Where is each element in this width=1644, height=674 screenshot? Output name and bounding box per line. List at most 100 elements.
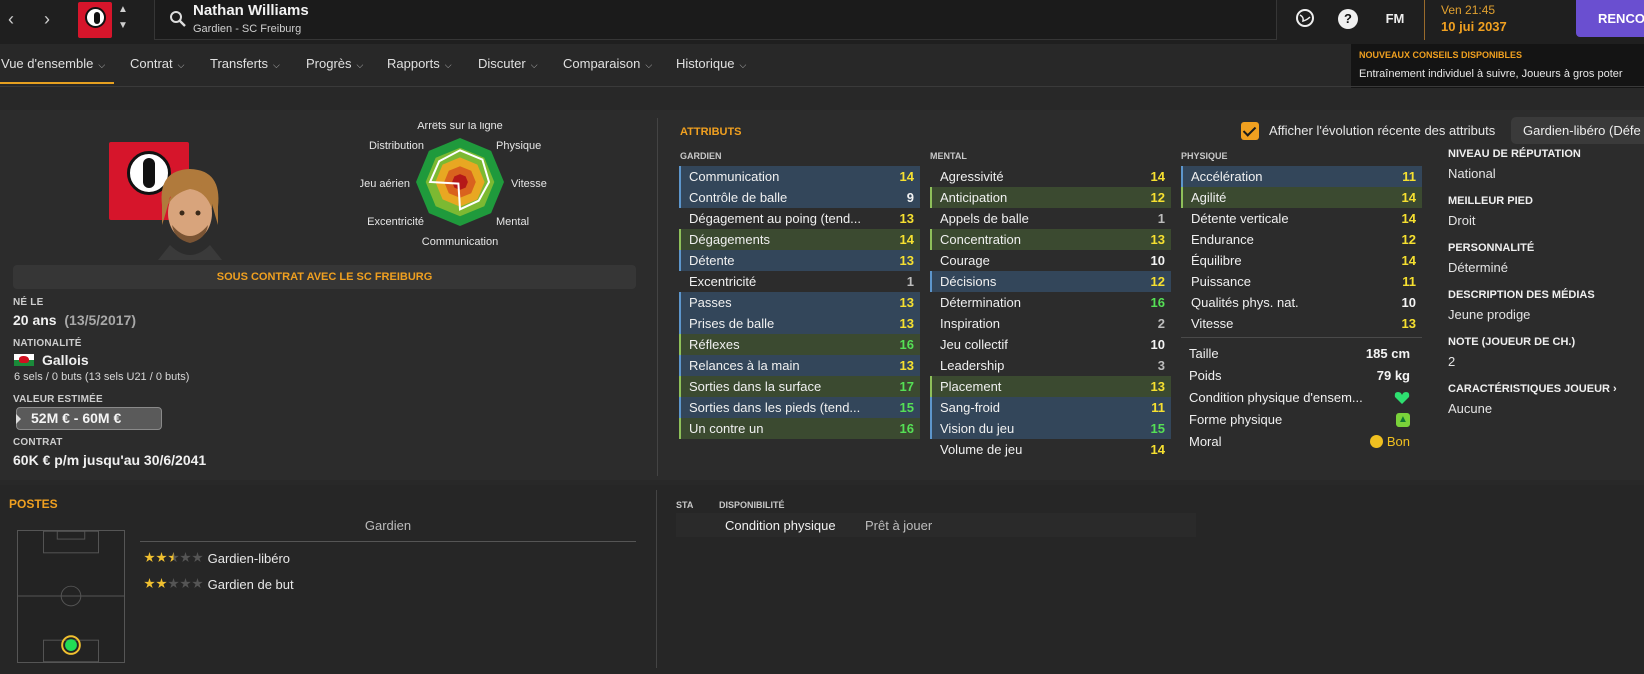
attribute-row[interactable]: Accélération 11 <box>1181 166 1422 187</box>
attribute-row[interactable]: Sorties dans les pieds (tend... 15 <box>679 397 920 418</box>
traits-link[interactable]: CARACTÉRISTIQUES JOUEUR › <box>1448 383 1644 395</box>
attribute-row[interactable]: Passes 13 <box>679 292 920 313</box>
attribute-row[interactable]: Puissance 11 <box>1181 271 1422 292</box>
condition-row: Condition physique d'ensem... <box>1181 387 1422 409</box>
attribute-name: Qualités phys. nat. <box>1191 295 1299 310</box>
down-arrow-icon[interactable]: ▼ <box>118 20 128 31</box>
attribute-value: 14 <box>1401 211 1416 226</box>
attribute-row[interactable]: Anticipation 12 <box>930 187 1171 208</box>
player-portrait <box>158 169 222 260</box>
attribute-value: 14 <box>899 169 914 184</box>
foot-label: MEILLEUR PIED <box>1448 195 1533 207</box>
morale-value: Bon <box>1386 434 1410 449</box>
tab-contract[interactable]: Contrat ⌵ <box>130 56 184 71</box>
back-arrow-icon[interactable]: ‹ <box>0 8 22 30</box>
attribute-row[interactable]: Relances à la main 13 <box>679 355 920 376</box>
morale-icon <box>1369 435 1383 448</box>
attribute-name: Vitesse <box>1191 316 1234 331</box>
chevron-down-icon: ⌵ <box>98 60 106 70</box>
role-row-sweeper-keeper[interactable]: Gardien-libéro <box>144 551 290 566</box>
attribute-value: 11 <box>1402 169 1416 184</box>
attribute-row[interactable]: Jeu collectif 10 <box>930 334 1171 355</box>
attribute-row[interactable]: Dégagement au poing (tend... 13 <box>679 208 920 229</box>
attribute-row[interactable]: Vision du jeu 15 <box>930 418 1171 439</box>
radar-label-mental: Mental <box>496 216 529 228</box>
attribute-row[interactable]: Appels de balle 1 <box>930 208 1171 229</box>
attribute-row[interactable]: Vitesse 13 <box>1181 313 1422 334</box>
nationality-value[interactable]: Gallois <box>42 352 89 368</box>
attribute-row[interactable]: Équilibre 14 <box>1181 250 1422 271</box>
attribute-value: 14 <box>1150 169 1165 184</box>
physical-heading: PHYSIQUE <box>1181 151 1228 161</box>
attribute-row[interactable]: Agressivité 14 <box>930 166 1171 187</box>
column-divider <box>657 118 658 476</box>
advice-notification[interactable]: NOUVEAUX CONSEILS DISPONIBLES Entraîneme… <box>1351 44 1644 88</box>
attribute-row[interactable]: Courage 10 <box>930 250 1171 271</box>
attribute-value: 17 <box>899 379 914 394</box>
attribute-row[interactable]: Placement 13 <box>930 376 1171 397</box>
attribute-row[interactable]: Leadership 3 <box>930 355 1171 376</box>
attribute-value: 14 <box>1401 253 1416 268</box>
attribute-value: 10 <box>1150 253 1165 268</box>
attribute-row[interactable]: Dégagements 14 <box>679 229 920 250</box>
attribute-row[interactable]: Communication 14 <box>679 166 920 187</box>
tab-discuss[interactable]: Discuter ⌵ <box>478 56 538 71</box>
attribute-row[interactable]: Détermination 16 <box>930 292 1171 313</box>
attribute-row[interactable]: Un contre un 16 <box>679 418 920 439</box>
show-evolution-checkbox[interactable] <box>1241 122 1259 140</box>
star-icon <box>144 578 155 589</box>
attribute-row[interactable]: Réflexes 16 <box>679 334 920 355</box>
attribute-value: 13 <box>1401 316 1416 331</box>
player-search-box[interactable]: Nathan Williams Gardien - SC Freiburg <box>154 0 1277 40</box>
attribute-row[interactable]: Sorties dans la surface 17 <box>679 376 920 397</box>
form-row: Forme physique ▲ <box>1181 409 1422 431</box>
attribute-row[interactable]: Prises de balle 13 <box>679 313 920 334</box>
chevron-down-icon: ⌵ <box>530 60 538 70</box>
attribute-value: 12 <box>1401 232 1416 247</box>
up-arrow-icon[interactable]: ▲ <box>118 4 128 15</box>
continue-button[interactable]: RENCO <box>1576 0 1644 37</box>
attribute-row[interactable]: Agilité 14 <box>1181 187 1422 208</box>
rating-value: 2 <box>1448 354 1456 369</box>
globe-icon[interactable] <box>1294 8 1316 30</box>
attribute-name: Agilité <box>1191 190 1227 205</box>
attribute-row[interactable]: Sang-froid 11 <box>930 397 1171 418</box>
radar-label-physical: Physique <box>496 140 541 152</box>
tab-history[interactable]: Historique ⌵ <box>676 56 746 71</box>
notification-title: NOUVEAUX CONSEILS DISPONIBLES <box>1359 50 1523 60</box>
attribute-row[interactable]: Volume de jeu 14 <box>930 439 1171 460</box>
club-crest-icon[interactable] <box>78 2 112 38</box>
radar-label-communication: Communication <box>422 236 498 248</box>
attribute-row[interactable]: Concentration 13 <box>930 229 1171 250</box>
weight-row: Poids 79 kg <box>1189 368 1410 383</box>
tab-reports[interactable]: Rapports ⌵ <box>387 56 452 71</box>
attribute-row[interactable]: Contrôle de balle 9 <box>679 187 920 208</box>
attribute-value: 9 <box>906 190 914 205</box>
attribute-value: 12 <box>1150 274 1165 289</box>
attribute-row[interactable]: Décisions 12 <box>930 271 1171 292</box>
physical-divider <box>1181 337 1422 338</box>
attribute-name: Anticipation <box>940 190 1008 205</box>
role-row-goalkeeper[interactable]: Gardien de but <box>144 577 294 592</box>
attribute-row[interactable]: Endurance 12 <box>1181 229 1422 250</box>
attribute-row[interactable]: Détente verticale 14 <box>1181 208 1422 229</box>
show-evolution-label[interactable]: Afficher l'évolution récente des attribu… <box>1269 123 1495 138</box>
help-icon[interactable]: ? <box>1338 9 1358 29</box>
attribute-radar: Arrêts sur la ligne Physique Vitesse Men… <box>360 122 547 248</box>
age-value: 20 ans (13/5/2017) <box>13 312 136 328</box>
role-select[interactable]: Gardien-libéro (Défe <box>1511 117 1644 144</box>
position-pitch <box>17 530 125 663</box>
attribute-row[interactable]: Inspiration 2 <box>930 313 1171 334</box>
game-date[interactable]: Ven 21:45 10 jui 2037 <box>1424 0 1552 40</box>
attribute-row[interactable]: Excentricité 1 <box>679 271 920 292</box>
tab-transfers[interactable]: Transferts ⌵ <box>210 56 280 71</box>
tab-overview[interactable]: Vue d'ensemble ⌵ <box>1 56 105 71</box>
tab-comparison[interactable]: Comparaison ⌵ <box>563 56 652 71</box>
forward-arrow-icon[interactable]: › <box>36 8 58 30</box>
attribute-row[interactable]: Qualités phys. nat. 10 <box>1181 292 1422 313</box>
attribute-name: Dégagement au poing (tend... <box>689 211 862 226</box>
attribute-row[interactable]: Détente 13 <box>679 250 920 271</box>
attribute-name: Placement <box>940 379 1002 394</box>
fm-menu-button[interactable]: FM <box>1380 8 1410 30</box>
tab-progress[interactable]: Progrès ⌵ <box>306 56 363 71</box>
